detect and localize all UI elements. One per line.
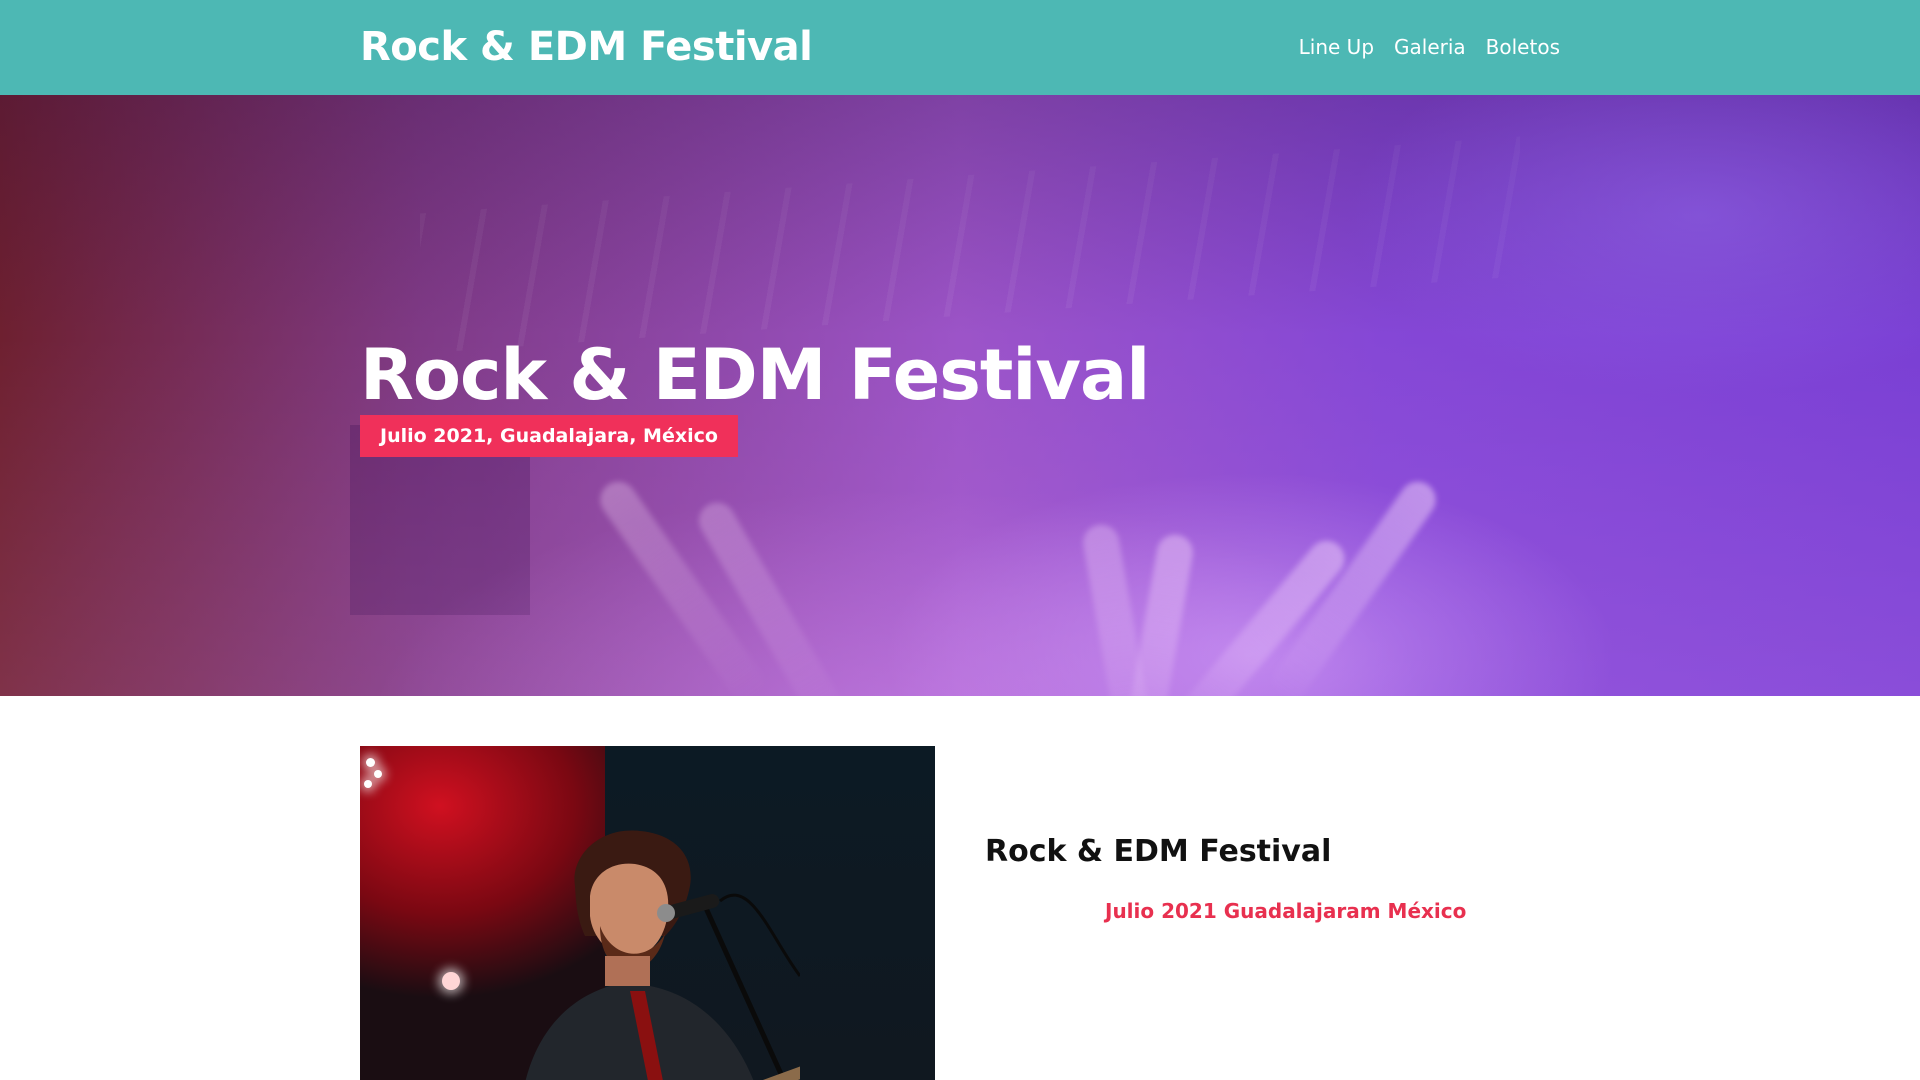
site-logo[interactable]: Rock & EDM Festival	[360, 22, 813, 72]
hero-banner: Rock & EDM Festival Julio 2021, Guadalaj…	[0, 95, 1920, 696]
event-info-subtitle: Julio 2021 Guadalajaram México	[1105, 899, 1467, 923]
navbar: Rock & EDM Festival Line Up Galeria Bole…	[0, 0, 1920, 95]
concert-singer-photo	[360, 746, 935, 1080]
stage-light-dot	[366, 758, 375, 767]
singer-silhouette	[525, 830, 800, 1080]
stage-light-dot	[374, 770, 382, 778]
event-info-title: Rock & EDM Festival	[985, 834, 1332, 869]
hero-title: Rock & EDM Festival	[360, 334, 1150, 416]
nav-link-boletos[interactable]: Boletos	[1486, 33, 1560, 61]
stage-light-dot	[442, 972, 460, 990]
nav-link-galeria[interactable]: Galeria	[1394, 33, 1466, 61]
stage-light-dot	[364, 780, 372, 788]
hero-date-badge: Julio 2021, Guadalajara, México	[360, 415, 738, 457]
main-nav: Line Up Galeria Boletos	[1299, 33, 1560, 61]
nav-link-line-up[interactable]: Line Up	[1299, 33, 1374, 61]
